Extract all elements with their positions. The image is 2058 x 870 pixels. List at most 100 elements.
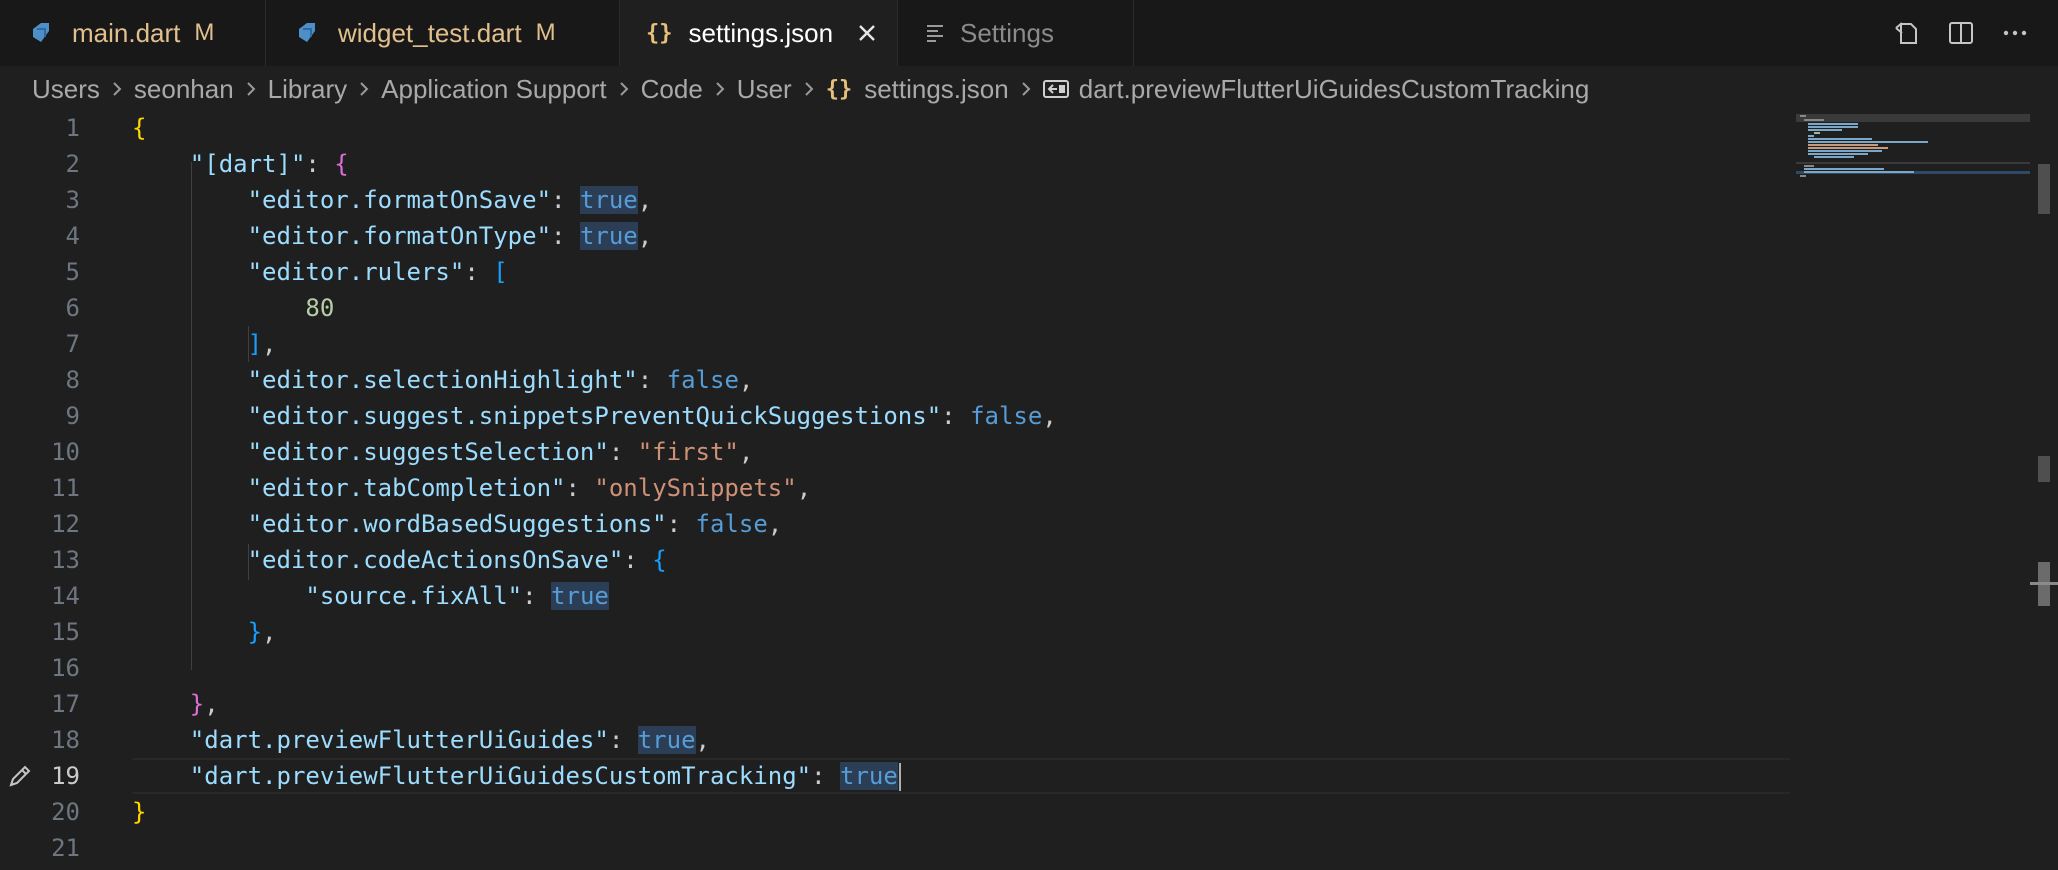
breadcrumb-item[interactable]: Users — [32, 74, 100, 105]
more-actions-icon[interactable] — [2000, 18, 2030, 48]
code-line: 4 "editor.formatOnType": true, — [0, 218, 1790, 254]
brace: } — [247, 618, 263, 646]
line-number: 4 — [65, 222, 80, 250]
json-key: "[dart]" — [189, 150, 306, 178]
code-line: 21 — [0, 830, 1790, 866]
json-value: true — [840, 762, 898, 790]
code-line: 1 { — [0, 110, 1790, 146]
line-number: 15 — [51, 618, 80, 646]
line-number: 14 — [51, 582, 80, 610]
scrollbar-thumb[interactable] — [2038, 164, 2050, 214]
json-value: false — [695, 510, 768, 538]
breadcrumb-item[interactable]: Library — [268, 74, 347, 105]
json-key: "editor.tabCompletion" — [247, 474, 566, 502]
chevron-right-icon — [1019, 79, 1033, 99]
breadcrumb-item[interactable]: User — [737, 74, 792, 105]
bracket: ] — [247, 330, 263, 358]
brace: { — [334, 150, 349, 178]
json-key: "dart.previewFlutterUiGuides" — [189, 726, 609, 754]
json-value: "onlySnippets" — [594, 474, 797, 502]
json-value: false — [666, 366, 739, 394]
line-number: 16 — [51, 654, 80, 682]
braces-icon: {} — [825, 76, 853, 102]
brace: { — [652, 546, 667, 574]
code-line: 5 "editor.rulers": [ — [0, 254, 1790, 290]
chevron-right-icon — [617, 79, 631, 99]
code-line: 18 "dart.previewFlutterUiGuides": true, — [0, 722, 1790, 758]
json-key: "editor.suggestSelection" — [247, 438, 609, 466]
line-number: 18 — [51, 726, 80, 754]
breadcrumb-item[interactable]: dart.previewFlutterUiGuidesCustomTrackin… — [1079, 74, 1590, 105]
line-number: 5 — [65, 258, 80, 286]
code-line: 17 }, — [0, 686, 1790, 722]
code-line: 14 "source.fixAll": true — [0, 578, 1790, 614]
tab-label: main.dart — [72, 17, 181, 48]
code-line: 3 "editor.formatOnSave": true, — [0, 182, 1790, 218]
line-number: 20 — [51, 798, 80, 826]
code-line: 15 }, — [0, 614, 1790, 650]
line-number: 19 — [51, 762, 80, 790]
line-number: 9 — [65, 402, 80, 430]
code-line: 7 ], — [0, 326, 1790, 362]
json-value: 80 — [305, 294, 335, 322]
line-number: 2 — [65, 150, 80, 178]
code-line: 8 "editor.selectionHighlight": false, — [0, 362, 1790, 398]
minimap[interactable] — [1796, 110, 2030, 200]
chevron-right-icon — [713, 79, 727, 99]
brace: } — [132, 798, 147, 826]
tab-bar: main.dart M widget_test.dart M {} settin… — [0, 0, 2058, 66]
json-key: "editor.codeActionsOnSave" — [247, 546, 624, 574]
editor-actions — [1892, 0, 2058, 66]
code-line: 11 "editor.tabCompletion": "onlySnippets… — [0, 470, 1790, 506]
code-line: 9 "editor.suggest.snippetsPreventQuickSu… — [0, 398, 1790, 434]
cursor-position-marker — [2030, 582, 2058, 585]
line-number: 13 — [51, 546, 80, 574]
scrollbar-marker — [2038, 456, 2050, 482]
tab-settings-json[interactable]: {} settings.json — [620, 0, 898, 66]
property-symbol-icon — [1042, 79, 1069, 99]
tab-widget-test-dart[interactable]: widget_test.dart M — [266, 0, 620, 66]
split-editor-icon[interactable] — [1946, 18, 1976, 48]
code-editor[interactable]: 1 { 2 "[dart]": { 3 "editor.formatOnSave… — [0, 110, 1790, 870]
json-key: "editor.selectionHighlight" — [247, 366, 638, 394]
tab-label: Settings — [960, 17, 1054, 48]
breadcrumb-item[interactable]: Code — [641, 74, 703, 105]
bracket: [ — [493, 258, 508, 286]
modified-badge: M — [535, 19, 556, 46]
json-key: "dart.previewFlutterUiGuidesCustomTracki… — [189, 762, 812, 790]
json-key: "editor.wordBasedSuggestions" — [247, 510, 667, 538]
breadcrumb-item[interactable]: Application Support — [381, 74, 606, 105]
text-cursor — [898, 763, 901, 791]
json-value: "first" — [637, 438, 739, 466]
line-number: 21 — [51, 834, 80, 862]
tab-settings[interactable]: Settings — [898, 0, 1134, 66]
line-number: 7 — [65, 330, 80, 358]
code-line: 16 — [0, 650, 1790, 686]
line-number: 6 — [65, 294, 80, 322]
dart-icon — [26, 18, 56, 48]
json-key: "source.fixAll" — [305, 582, 523, 610]
code-line: 20 } — [0, 794, 1790, 830]
settings-lines-icon — [924, 22, 946, 44]
line-number: 10 — [51, 438, 80, 466]
code-line: 6 80 — [0, 290, 1790, 326]
json-value: true — [579, 186, 638, 214]
chevron-right-icon — [244, 79, 258, 99]
line-number: 1 — [65, 114, 80, 142]
line-number: 17 — [51, 690, 80, 718]
json-value: false — [970, 402, 1043, 430]
code-line-current: 19 "dart.previewFlutterUiGuidesCustomTra… — [0, 758, 1790, 794]
braces-icon: {} — [646, 20, 673, 46]
breadcrumb-item[interactable]: settings.json — [864, 74, 1009, 105]
code-line: 2 "[dart]": { — [0, 146, 1790, 182]
code-line: 12 "editor.wordBasedSuggestions": false, — [0, 506, 1790, 542]
vertical-scrollbar[interactable] — [2030, 110, 2058, 870]
breadcrumb-item[interactable]: seonhan — [134, 74, 234, 105]
chevron-right-icon — [802, 79, 816, 99]
open-changes-icon[interactable] — [1892, 18, 1922, 48]
json-value: true — [551, 582, 609, 610]
line-number: 3 — [65, 186, 80, 214]
close-icon[interactable] — [855, 21, 879, 45]
tab-main-dart[interactable]: main.dart M — [0, 0, 266, 66]
brace: } — [189, 690, 205, 718]
